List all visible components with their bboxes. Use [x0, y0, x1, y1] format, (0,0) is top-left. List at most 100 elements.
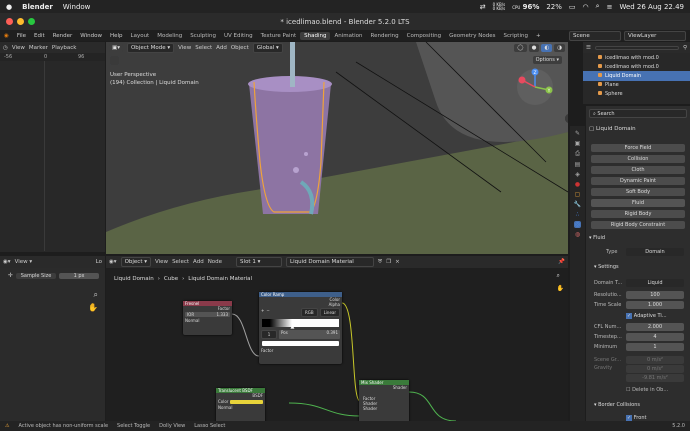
viewport-shading-solid-icon[interactable]: ●	[528, 43, 540, 52]
image-editor-lo[interactable]: Lo	[96, 259, 102, 265]
tool-tab-icon[interactable]: ✎	[575, 130, 580, 137]
view-layer-tab-icon[interactable]: ▤	[575, 161, 581, 168]
timeline-marker-menu[interactable]: Marker	[29, 45, 48, 51]
rigid-body-constraint-button[interactable]: Rigid Body Constraint	[591, 221, 685, 229]
translucent-color-swatch[interactable]	[230, 399, 263, 404]
viewport-menu-select[interactable]: Select	[195, 45, 212, 51]
fresnel-node[interactable]: Fresnel Factor IOR 1.333 Normal	[183, 301, 232, 335]
outliner-type-icon[interactable]: ☰	[586, 45, 591, 51]
filter-icon[interactable]: ⚲	[683, 45, 687, 51]
timesteps-max-field[interactable]: 4	[626, 333, 684, 341]
tab-uv-editing[interactable]: UV Editing	[220, 32, 257, 40]
tab-scripting[interactable]: Scripting	[500, 32, 532, 40]
stop-index-field[interactable]: 1	[261, 330, 277, 339]
resolution-field[interactable]: 100	[626, 291, 684, 299]
menu-window[interactable]: Window	[76, 33, 106, 39]
minimize-button[interactable]	[17, 18, 24, 25]
3d-viewport[interactable]: ▣▾ Object Mode ▾ View Select Add Object …	[106, 42, 568, 254]
fluid-button[interactable]: Fluid	[591, 199, 685, 207]
outliner[interactable]: ☰ ⚲ icedlimao with mod.0 icedlimao with …	[583, 42, 690, 104]
navigation-gizmo[interactable]: Z Y	[516, 68, 554, 106]
image-editor[interactable]: ◉▾ View ▾ Lo ✛ Sample Size 1 px ⌕ ✋	[0, 256, 105, 421]
stop-position-field[interactable]: Pos 0.391	[279, 330, 340, 339]
ramp-stop-marker[interactable]: ▲	[290, 324, 294, 330]
tab-sculpting[interactable]: Sculpting	[186, 32, 220, 40]
adaptive-timesteps-checkbox[interactable]: ✓ Adaptive Ti...	[626, 313, 667, 319]
particles-tab-icon[interactable]: ∴	[576, 211, 580, 218]
select-intersect-icon[interactable]	[110, 56, 119, 65]
color-ramp-gradient[interactable]: ▲	[262, 319, 339, 330]
menu-help[interactable]: Help	[106, 33, 127, 39]
timeline-view-menu[interactable]: View	[12, 45, 25, 51]
time-scale-field[interactable]: 1.000	[626, 301, 684, 309]
editor-type-button[interactable]: ▣▾	[109, 43, 123, 52]
node-pan-icon[interactable]: ✋	[557, 285, 564, 292]
control-center-icon[interactable]: ≡	[607, 3, 613, 11]
viewport-shading-wire-icon[interactable]: ◯	[514, 43, 527, 52]
cloth-button[interactable]: Cloth	[591, 166, 685, 174]
output-tab-icon[interactable]: ⎙	[575, 150, 580, 158]
image-view-menu[interactable]: View ▾	[15, 259, 33, 265]
timeline-editor[interactable]: ◷ View Marker Playback -56 0 96	[0, 42, 105, 252]
scene-selector[interactable]: Scene	[569, 30, 621, 41]
zoom-button[interactable]	[28, 18, 35, 25]
sample-size-field[interactable]: 1 px	[59, 272, 100, 279]
apple-icon[interactable]: ●	[6, 3, 12, 11]
menu-edit[interactable]: Edit	[30, 33, 49, 39]
scene-tab-icon[interactable]: ◈	[575, 171, 580, 178]
menu-file[interactable]: File	[13, 33, 30, 39]
delete-in-obstacle-checkbox[interactable]: ☐ Delete in Ob...	[626, 387, 668, 393]
sample-tool-icon[interactable]: ✛	[8, 272, 13, 279]
viewport-shading-material-icon[interactable]: ◐	[541, 43, 553, 52]
tab-layout[interactable]: Layout	[127, 32, 154, 40]
wifi-icon[interactable]: ◠	[583, 3, 589, 11]
viewport-menu-add[interactable]: Add	[216, 45, 227, 51]
cfl-field[interactable]: 2.000	[626, 323, 684, 331]
rigid-body-button[interactable]: Rigid Body	[591, 210, 685, 218]
object-tab-icon[interactable]: ▢	[575, 191, 581, 198]
fresnel-normal-input[interactable]: Normal	[183, 318, 232, 323]
fluid-panel-header[interactable]: ▾ Fluid	[589, 235, 605, 241]
settings-subpanel[interactable]: ▾ Settings	[594, 264, 619, 270]
domain-type-dropdown[interactable]: Liquid	[626, 279, 684, 287]
grid-view-icon[interactable]	[565, 114, 568, 123]
sync-icon[interactable]: ⇄	[480, 3, 486, 11]
view-layer-selector[interactable]: ViewLayer	[624, 30, 686, 41]
tab-texture-paint[interactable]: Texture Paint	[257, 32, 301, 40]
color-mode-selector[interactable]: RGB	[300, 308, 318, 317]
collision-button[interactable]: Collision	[591, 155, 685, 163]
tab-rendering[interactable]: Rendering	[367, 32, 403, 40]
physics-tab-icon[interactable]: ◎	[573, 221, 582, 228]
mix-shader-output[interactable]: Shader	[359, 385, 409, 390]
transform-orientation-selector[interactable]: Global ▾	[252, 42, 283, 53]
border-collisions-subpanel[interactable]: ▾ Border Collisions	[594, 402, 640, 408]
interpolation-selector[interactable]: Linear	[319, 308, 340, 317]
shader-node-editor[interactable]: ◉▾ Object ▾ View Select Add Node Slot 1 …	[106, 256, 568, 421]
translucent-bsdf-node[interactable]: Translucent BSDF BSDF Color Normal	[216, 388, 265, 421]
editor-type-icon[interactable]: ◷	[3, 45, 8, 51]
app-menu[interactable]: Blender	[22, 3, 53, 11]
dynamic-paint-button[interactable]: Dynamic Paint	[591, 177, 685, 185]
node-zoom-icon[interactable]: ⌕	[557, 272, 564, 280]
soft-body-button[interactable]: Soft Body	[591, 188, 685, 196]
image-zoom-icon[interactable]: ⌕	[94, 290, 98, 300]
viewport-shading-render-icon[interactable]: ◑	[554, 43, 565, 52]
blender-logo-icon[interactable]: ◉	[0, 33, 13, 39]
add-workspace-icon[interactable]: +	[532, 33, 545, 39]
color-ramp-node[interactable]: Color Ramp Color Alpha + − RGB Linear ▲ 1…	[259, 292, 342, 364]
remove-stop-icon[interactable]: −	[266, 308, 269, 317]
viewport-menu-object[interactable]: Object	[231, 45, 249, 51]
material-tab-icon[interactable]: ◍	[575, 231, 580, 238]
image-pan-icon[interactable]: ✋	[88, 303, 98, 312]
tab-modeling[interactable]: Modeling	[153, 32, 186, 40]
clock[interactable]: Wed 26 Aug 22.49	[619, 3, 684, 11]
translucent-color-input[interactable]: Color	[218, 399, 228, 404]
add-stop-icon[interactable]: +	[261, 308, 264, 317]
stop-color-swatch[interactable]	[262, 341, 339, 346]
image-editor-type-icon[interactable]: ◉▾	[3, 259, 11, 265]
menu-render[interactable]: Render	[49, 33, 77, 39]
type-dropdown[interactable]: Domain	[626, 248, 684, 256]
close-button[interactable]	[6, 18, 13, 25]
fresnel-ior-field[interactable]: IOR 1.333	[185, 312, 230, 317]
outliner-search-input[interactable]	[594, 45, 679, 50]
